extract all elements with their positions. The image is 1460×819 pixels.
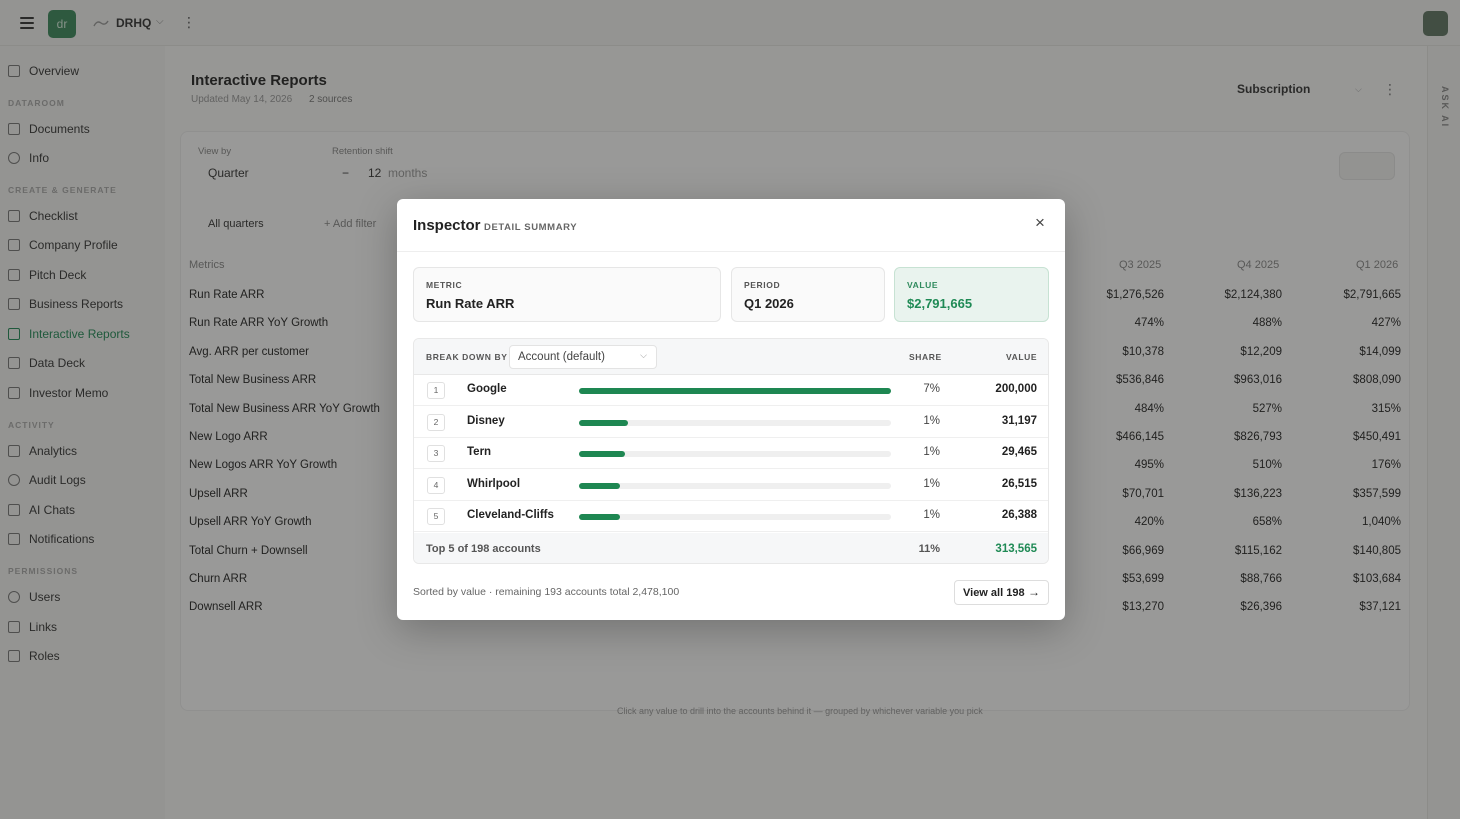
kpi-value: Q1 2026: [744, 296, 794, 311]
value-header: VALUE: [1006, 352, 1038, 362]
share-value: 1%: [923, 414, 940, 427]
breakdown-row[interactable]: 5 Cleveland-Cliffs 1% 26,388: [414, 501, 1048, 533]
account-name: Tern: [467, 446, 492, 459]
period-kpi: PERIOD Q1 2026: [731, 267, 885, 322]
share-bar-fill: [579, 388, 891, 394]
account-name: Whirlpool: [467, 477, 521, 490]
footer-value: 313,565: [995, 543, 1037, 555]
close-icon[interactable]: ×: [1030, 214, 1050, 234]
modal-subtitle: DETAIL SUMMARY: [484, 222, 578, 233]
account-name: Google: [467, 383, 507, 395]
account-name: Cleveland-Cliffs: [467, 509, 554, 522]
rank-badge: 3: [427, 445, 445, 463]
view-all-button[interactable]: View all 198 →: [954, 580, 1049, 605]
share-value: 7%: [923, 383, 940, 395]
breakdown-row[interactable]: 4 Whirlpool 1% 26,515: [414, 469, 1048, 501]
breakdown-card: BREAK DOWN BY Account (default) ⌵ SHARE …: [413, 338, 1049, 564]
share-bar-fill: [579, 514, 621, 521]
metric-kpi: METRIC Run Rate ARR: [413, 267, 721, 322]
kpi-label: METRIC: [426, 280, 463, 290]
value-kpi: VALUE $2,791,665: [894, 267, 1049, 322]
share-value: 1%: [923, 509, 940, 522]
rank-badge: 4: [427, 476, 445, 494]
chevron-down-icon: ⌵: [640, 350, 647, 360]
account-value: 29,465: [1001, 446, 1037, 459]
modal-title: Inspector: [413, 217, 481, 234]
share-bar-track: [579, 514, 891, 521]
account-value: 26,388: [1001, 509, 1037, 522]
share-value: 1%: [923, 477, 940, 490]
share-bar-track: [579, 451, 891, 458]
modal-header: Inspector DETAIL SUMMARY ×: [397, 199, 1065, 252]
share-bar-track: [579, 388, 891, 394]
share-bar-fill: [579, 482, 621, 489]
share-header: SHARE: [909, 352, 942, 362]
arrow-right-icon: →: [1028, 585, 1040, 599]
share-value: 1%: [923, 446, 940, 459]
breakdown-select[interactable]: Account (default) ⌵: [509, 345, 657, 369]
breakdown-row[interactable]: 2 Disney 1% 31,197: [414, 406, 1048, 438]
rank-badge: 1: [427, 382, 445, 399]
sort-note: Sorted by value · remaining 193 accounts…: [413, 586, 680, 598]
account-value: 26,515: [1001, 477, 1037, 490]
breakdown-row[interactable]: 3 Tern 1% 29,465: [414, 438, 1048, 470]
share-bar-track: [579, 419, 891, 426]
footer-share: 11%: [918, 543, 940, 555]
share-bar-track: [579, 482, 891, 489]
breakdown-row[interactable]: 1 Google 7% 200,000: [414, 375, 1048, 406]
breakdown-footer: Top 5 of 198 accounts 11% 313,565: [414, 533, 1048, 563]
kpi-label: VALUE: [907, 280, 939, 290]
view-all-label: View all 198: [963, 587, 1025, 599]
share-bar-fill: [579, 451, 625, 458]
breakdown-label: BREAK DOWN BY: [426, 352, 508, 362]
inspector-modal: Inspector DETAIL SUMMARY × METRIC Run Ra…: [397, 199, 1065, 620]
breakdown-select-value: Account (default): [518, 351, 605, 363]
account-value: 31,197: [1001, 414, 1037, 427]
account-value: 200,000: [995, 383, 1037, 395]
rank-badge: 5: [427, 508, 445, 526]
rank-badge: 2: [427, 413, 445, 431]
kpi-label: PERIOD: [744, 280, 781, 290]
share-bar-fill: [579, 419, 628, 426]
account-name: Disney: [467, 414, 505, 427]
footer-label: Top 5 of 198 accounts: [426, 543, 541, 555]
kpi-value: $2,791,665: [907, 296, 973, 311]
breakdown-header: BREAK DOWN BY Account (default) ⌵ SHARE …: [414, 339, 1048, 375]
kpi-value: Run Rate ARR: [426, 296, 515, 311]
